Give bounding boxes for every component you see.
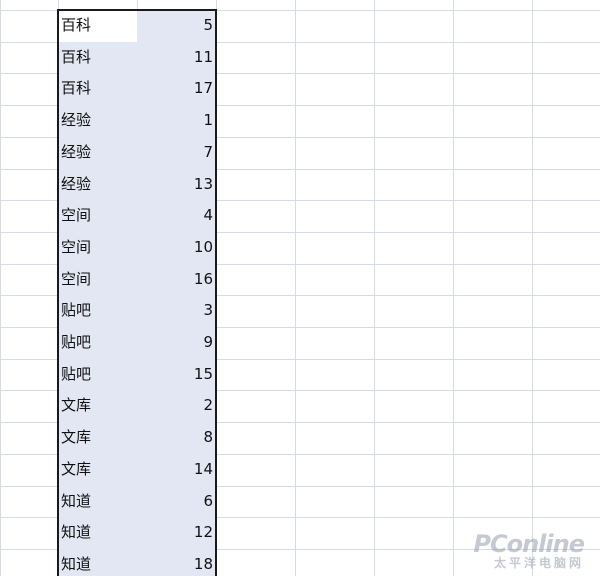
selection-border[interactable] (57, 9, 217, 576)
column-gridline (0, 0, 1, 576)
column-gridline (532, 0, 533, 576)
column-gridline (374, 0, 375, 576)
column-gridline (453, 0, 454, 576)
column-gridline (295, 0, 296, 576)
spreadsheet-grid[interactable]: 百科 5 百科 11 百科 17 经验 1 经验 7 经验 13 空间 4 空间 10 空间 16 贴吧 3 贴吧 9 贴吧… (0, 0, 600, 576)
